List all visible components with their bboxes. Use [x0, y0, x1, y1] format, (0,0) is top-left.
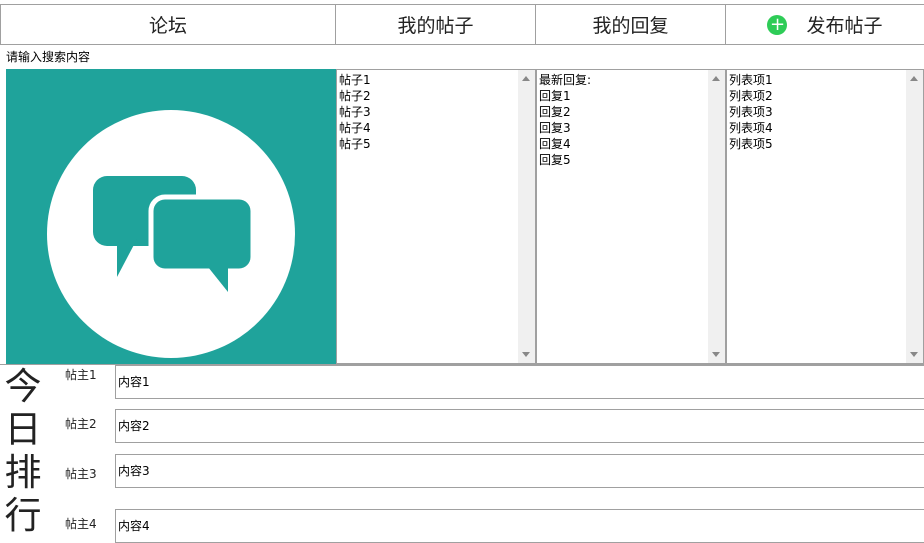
today-ranking-title: 今 日 排 行 — [3, 365, 43, 537]
new-post-label: 发布帖子 — [806, 15, 883, 37]
tab-my-replies[interactable]: 我的回复 — [536, 4, 726, 45]
plus-circle-icon: + — [767, 14, 788, 35]
list-item[interactable]: 列表项4 — [729, 120, 773, 136]
chat-bubbles-icon — [47, 110, 295, 358]
post-content-field[interactable]: 内容4 — [115, 509, 924, 543]
scroll-up-icon[interactable] — [910, 76, 918, 81]
list-item[interactable]: 帖子3 — [339, 104, 371, 120]
list-header: 最新回复: — [539, 73, 592, 87]
replies-listbox[interactable]: 最新回复: 回复1 回复2 回复3 回复4 回复5 — [536, 69, 726, 364]
list-item[interactable]: 帖子2 — [339, 88, 371, 104]
scroll-up-icon[interactable] — [522, 76, 530, 81]
title-char: 行 — [4, 494, 42, 537]
list-item[interactable]: 回复2 — [539, 104, 591, 120]
search-input[interactable] — [6, 48, 506, 66]
list-item[interactable]: 列表项1 — [729, 72, 773, 88]
scroll-down-icon[interactable] — [522, 352, 530, 357]
post-author: 帖主1 — [65, 368, 97, 382]
list-item[interactable]: 回复5 — [539, 152, 591, 168]
post-content-field[interactable]: 内容1 — [115, 365, 924, 399]
tab-my-posts[interactable]: 我的帖子 — [336, 4, 536, 45]
post-content-field[interactable]: 内容2 — [115, 409, 924, 443]
posts-list: 帖子1 帖子2 帖子3 帖子4 帖子5 — [339, 72, 371, 152]
list-item[interactable]: 帖子4 — [339, 120, 371, 136]
tab-my-replies-label: 我的回复 — [592, 15, 669, 37]
list-item[interactable]: 列表项2 — [729, 88, 773, 104]
scroll-up-icon[interactable] — [712, 76, 720, 81]
list-item[interactable]: 列表项5 — [729, 136, 773, 152]
list-item[interactable]: 回复1 — [539, 88, 591, 104]
tab-forum[interactable]: 论坛 — [0, 4, 336, 45]
list-item[interactable]: 帖子1 — [339, 72, 371, 88]
tab-forum-label: 论坛 — [148, 15, 187, 37]
scrollbar[interactable] — [708, 70, 725, 363]
replies-list: 最新回复: 回复1 回复2 回复3 回复4 回复5 — [539, 72, 591, 168]
items-list: 列表项1 列表项2 列表项3 列表项4 列表项5 — [729, 72, 773, 152]
post-author: 帖主2 — [65, 417, 97, 431]
posts-listbox[interactable]: 帖子1 帖子2 帖子3 帖子4 帖子5 — [336, 69, 536, 364]
list-item[interactable]: 列表项3 — [729, 104, 773, 120]
list-item[interactable]: 回复4 — [539, 136, 591, 152]
scrollbar[interactable] — [906, 70, 923, 363]
list-item[interactable]: 回复3 — [539, 120, 591, 136]
scrollbar[interactable] — [518, 70, 535, 363]
tab-my-posts-label: 我的帖子 — [397, 15, 474, 37]
title-char: 今 — [4, 365, 42, 408]
post-author: 帖主4 — [65, 517, 97, 531]
title-char: 排 — [4, 451, 42, 494]
scroll-down-icon[interactable] — [910, 352, 918, 357]
list-item[interactable]: 帖子5 — [339, 136, 371, 152]
items-listbox[interactable]: 列表项1 列表项2 列表项3 列表项4 列表项5 — [726, 69, 924, 364]
title-char: 日 — [4, 408, 42, 451]
post-content-field[interactable]: 内容3 — [115, 454, 924, 488]
forum-logo — [6, 69, 336, 364]
scroll-down-icon[interactable] — [712, 352, 720, 357]
new-post-button[interactable]: + 发布帖子 — [726, 4, 924, 45]
post-author: 帖主3 — [65, 467, 97, 481]
